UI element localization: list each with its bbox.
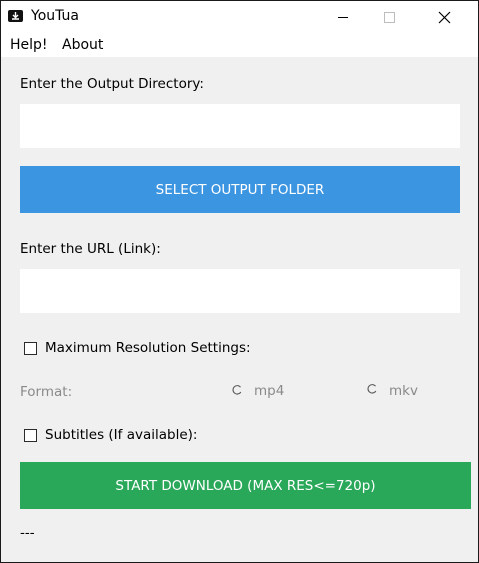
url-input[interactable] xyxy=(20,269,460,313)
minimize-icon xyxy=(338,17,348,18)
mkv-radio[interactable] xyxy=(367,384,377,394)
menu-about[interactable]: About xyxy=(62,37,103,53)
mkv-label: mkv xyxy=(389,383,418,399)
mp4-label: mp4 xyxy=(254,383,285,399)
output-directory-input[interactable] xyxy=(20,104,460,148)
subtitles-checkbox[interactable] xyxy=(24,429,37,442)
output-directory-label: Enter the Output Directory: xyxy=(20,76,204,92)
menu-help[interactable]: Help! xyxy=(10,37,48,53)
url-label: Enter the URL (Link): xyxy=(20,241,161,257)
minimize-button[interactable] xyxy=(320,1,366,33)
status-text: --- xyxy=(20,525,35,541)
start-download-label: START DOWNLOAD (MAX RES<=720p) xyxy=(115,477,376,494)
select-output-folder-button[interactable]: SELECT OUTPUT FOLDER xyxy=(20,166,460,213)
maximize-button[interactable] xyxy=(366,1,412,33)
format-label: Format: xyxy=(20,384,73,400)
menu-bar: Help! About xyxy=(1,33,478,57)
title-bar[interactable]: YouTua xyxy=(1,1,478,33)
max-resolution-label: Maximum Resolution Settings: xyxy=(45,340,251,356)
subtitles-label: Subtitles (If available): xyxy=(45,427,198,443)
max-resolution-checkbox[interactable] xyxy=(24,342,37,355)
window-title: YouTua xyxy=(31,8,80,24)
mp4-radio[interactable] xyxy=(232,385,242,395)
download-icon xyxy=(8,10,23,22)
maximize-icon xyxy=(384,12,395,23)
start-download-button[interactable]: START DOWNLOAD (MAX RES<=720p) xyxy=(20,462,471,509)
close-icon xyxy=(438,11,451,24)
app-window: YouTua Help! About Enter the Output Dire… xyxy=(0,0,479,563)
close-button[interactable] xyxy=(421,1,467,33)
select-output-folder-label: SELECT OUTPUT FOLDER xyxy=(155,181,325,198)
